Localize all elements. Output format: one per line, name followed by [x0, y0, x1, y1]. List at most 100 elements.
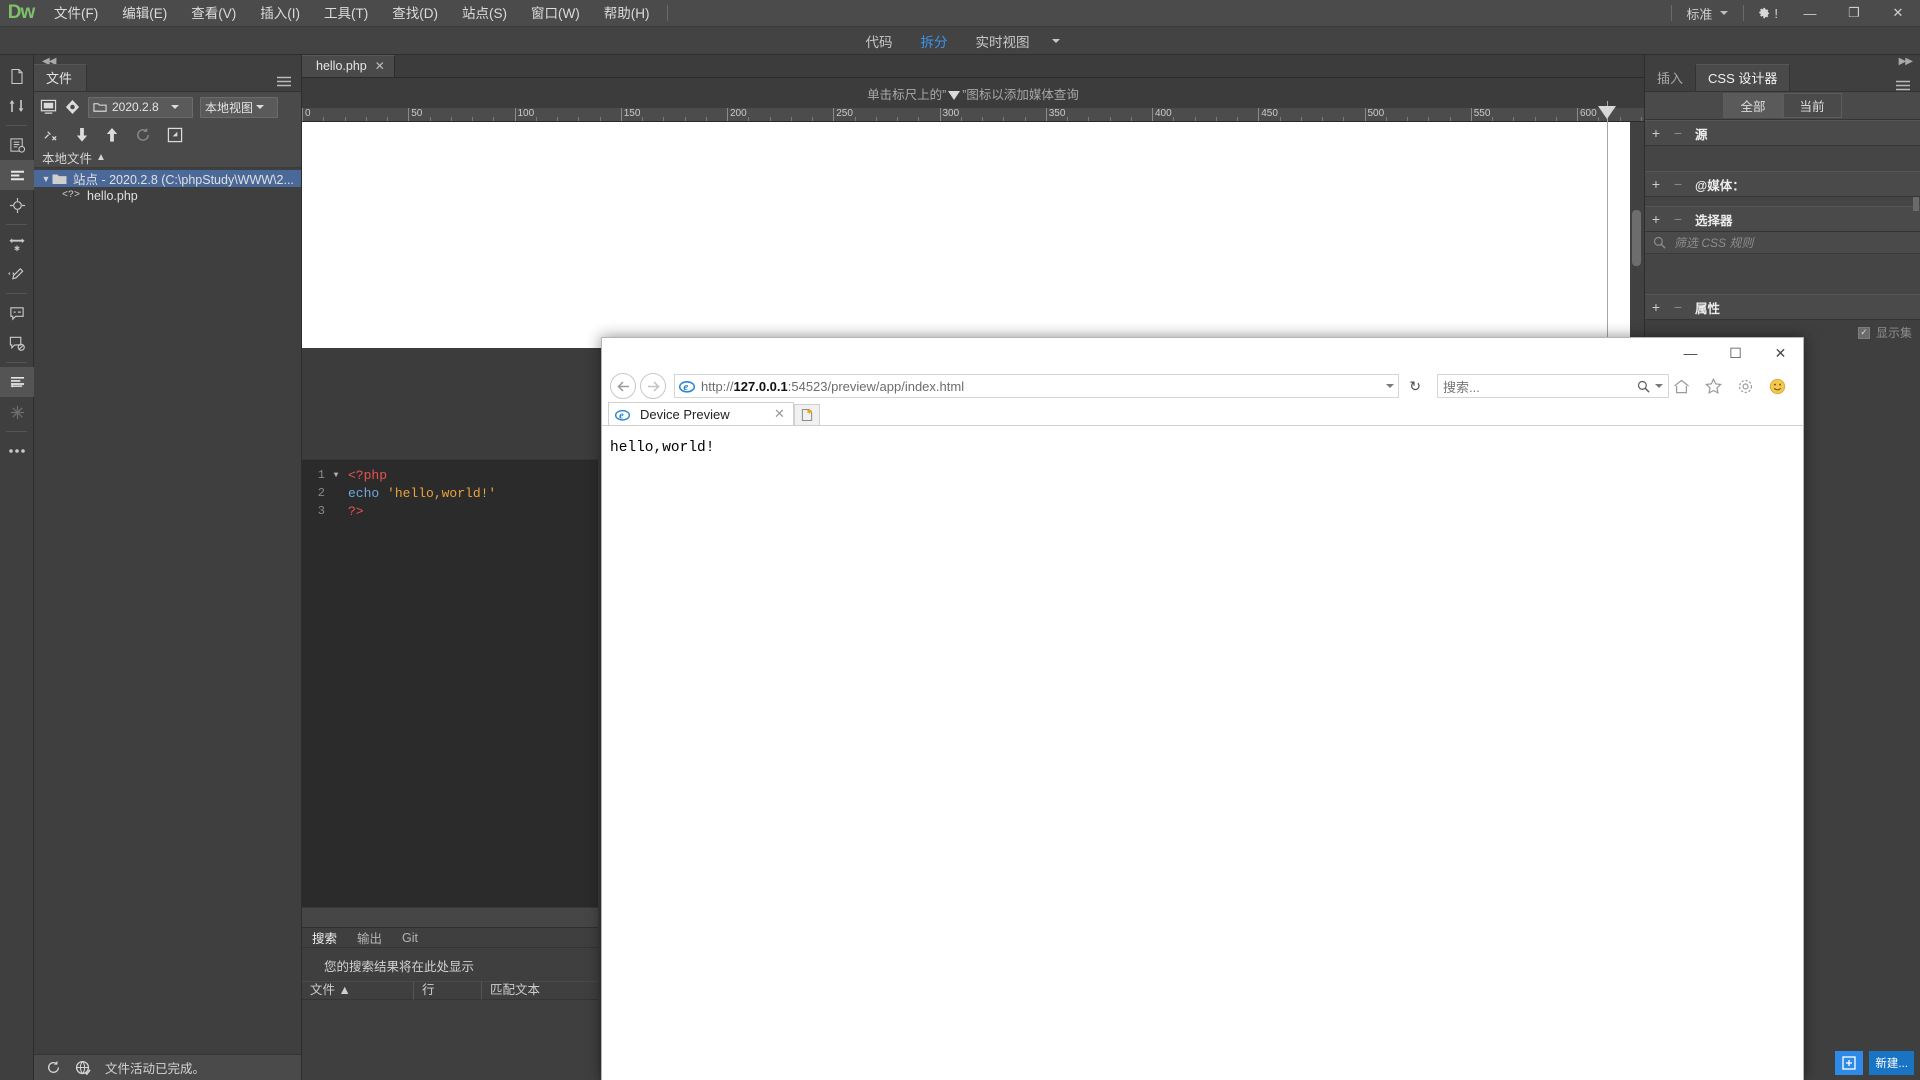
tab-files[interactable]: 文件 [34, 64, 88, 91]
add-selector-icon[interactable]: + [1645, 211, 1667, 227]
chevron-down-icon[interactable] [1386, 384, 1395, 388]
globe-check-icon[interactable] [75, 1060, 91, 1076]
refresh-icon[interactable] [135, 127, 151, 143]
tab-git[interactable]: Git [392, 929, 428, 947]
scrollbar-thumb[interactable] [1632, 210, 1641, 266]
tab-output[interactable]: 输出 [347, 926, 392, 949]
remove-property-icon[interactable]: − [1667, 299, 1689, 315]
column-matched-text[interactable]: 匹配文本 [482, 981, 598, 1000]
new-tab-icon[interactable] [793, 404, 820, 425]
menu-view[interactable]: 查看(V) [179, 0, 248, 27]
download-icon[interactable] [75, 127, 89, 143]
add-source-icon[interactable]: + [1645, 125, 1667, 141]
workspace-label[interactable]: 标准 [1678, 4, 1715, 23]
section-body-sources[interactable] [1645, 146, 1920, 171]
menu-window[interactable]: 窗口(W) [519, 0, 592, 27]
scope-current-button[interactable]: 当前 [1782, 93, 1842, 118]
browser-minimize-button[interactable]: — [1668, 338, 1713, 368]
tab-search[interactable]: 搜索 [302, 926, 347, 949]
close-icon[interactable]: ✕ [774, 406, 785, 422]
back-arrow-icon[interactable] [610, 373, 636, 399]
menu-find[interactable]: 查找(D) [380, 0, 450, 27]
asterisk-icon[interactable] [0, 397, 34, 427]
code-inspect-icon[interactable] [0, 130, 34, 160]
menu-edit[interactable]: 编辑(E) [110, 0, 179, 27]
view-split-button[interactable]: 拆分 [907, 31, 962, 51]
git-icon[interactable] [64, 99, 81, 115]
code-fold-icon[interactable]: ▼ [330, 471, 342, 480]
tab-css-designer[interactable]: CSS 设计器 [1696, 64, 1791, 91]
more-options-icon[interactable] [0, 436, 34, 466]
browser-refresh-icon[interactable]: ↻ [1403, 378, 1427, 395]
chevron-down-icon[interactable]: ▼ [40, 174, 52, 184]
view-live-button[interactable]: 实时视图 [962, 31, 1044, 51]
browser-address-bar[interactable]: e http://127.0.0.1:54523/preview/app/ind… [674, 374, 1400, 398]
design-ruler[interactable]: 0501001502002503003504004505005506006507… [302, 108, 1644, 122]
comment-add-icon[interactable] [0, 298, 34, 328]
view-select[interactable]: 本地视图 [200, 96, 278, 118]
checkbox-icon[interactable]: ✓ [1857, 326, 1870, 339]
taskbar-app-icon[interactable] [1835, 1051, 1864, 1075]
close-icon[interactable]: ✕ [375, 59, 385, 73]
gear-icon[interactable]: ! [1756, 6, 1778, 21]
settings-gear-icon[interactable] [1737, 378, 1765, 395]
new-document-icon[interactable] [0, 61, 34, 91]
menu-site[interactable]: 站点(S) [450, 0, 519, 27]
tab-insert[interactable]: 插入 [1645, 65, 1697, 91]
document-tab-hello-php[interactable]: hello.php ✕ [302, 55, 395, 77]
section-body-media[interactable] [1645, 197, 1920, 211]
section-body-selectors[interactable] [1645, 254, 1920, 294]
menu-insert[interactable]: 插入(I) [248, 0, 312, 27]
tree-row-hello-php[interactable]: <?> hello.php [34, 187, 301, 204]
remove-source-icon[interactable]: − [1667, 125, 1689, 141]
browser-maximize-button[interactable]: ☐ [1713, 338, 1758, 368]
sort-updown-icon[interactable] [0, 91, 34, 121]
target-icon[interactable] [0, 190, 34, 220]
browser-tab-device-preview[interactable]: e Device Preview ✕ [608, 402, 794, 425]
favorites-star-icon[interactable] [1705, 378, 1733, 394]
smiley-feedback-icon[interactable] [1769, 378, 1797, 395]
site-select[interactable]: 2020.2.8 [88, 96, 193, 118]
browser-search-box[interactable]: 搜索... [1437, 374, 1669, 398]
chevron-down-icon[interactable] [1720, 11, 1729, 15]
panel-menu-icon[interactable] [277, 74, 301, 91]
format-lines-icon[interactable] [0, 160, 34, 190]
browser-close-button[interactable]: ✕ [1758, 338, 1803, 368]
menu-help[interactable]: 帮助(H) [592, 0, 662, 27]
media-scrollbar-thumb[interactable] [1913, 197, 1919, 211]
connect-icon[interactable] [40, 99, 57, 115]
browser-title-bar[interactable]: — ☐ ✕ [602, 338, 1803, 370]
live-view-canvas[interactable] [302, 122, 1630, 348]
scope-all-button[interactable]: 全部 [1723, 93, 1783, 118]
tree-row-site-root[interactable]: ▼ 站点 - 2020.2.8 (C:\phpStudy\WWW\2... [34, 170, 301, 187]
panel-menu-icon[interactable] [1896, 77, 1920, 91]
upload-icon[interactable] [105, 127, 119, 143]
selector-filter-row[interactable]: 筛选 CSS 规则 [1645, 232, 1920, 254]
chevron-down-icon[interactable] [1051, 38, 1060, 43]
column-file[interactable]: 文件 ▲ [302, 981, 414, 1000]
refresh-icon[interactable] [46, 1060, 61, 1075]
paint-brush-icon[interactable] [0, 259, 34, 289]
expand-icon[interactable] [167, 127, 183, 143]
taskbar-new-button[interactable]: 新建... [1869, 1051, 1914, 1075]
indent-wrap-icon[interactable] [0, 367, 34, 397]
home-icon[interactable] [1673, 379, 1701, 394]
window-minimize-button[interactable]: — [1788, 0, 1832, 26]
forward-arrow-icon[interactable] [640, 373, 666, 399]
view-code-button[interactable]: 代码 [852, 31, 907, 51]
remove-media-icon[interactable]: − [1667, 176, 1689, 192]
disconnect-icon[interactable] [42, 128, 59, 143]
canvas-vertical-scrollbar[interactable] [1630, 122, 1644, 348]
media-query-handle-icon[interactable] [1598, 106, 1616, 119]
comment-remove-icon[interactable] [0, 328, 34, 358]
remove-selector-icon[interactable]: − [1667, 211, 1689, 227]
resize-arrows-icon[interactable] [0, 229, 34, 259]
code-editor[interactable]: 1 ▼ <?php 2 echo 'hello,world!' 3 ?> [302, 459, 598, 907]
search-icon[interactable] [1637, 380, 1650, 393]
menu-file[interactable]: 文件(F) [42, 0, 110, 27]
add-property-icon[interactable]: + [1645, 299, 1667, 315]
menu-tools[interactable]: 工具(T) [312, 0, 380, 27]
files-column-header[interactable]: 本地文件 ▲ [34, 148, 301, 168]
add-media-icon[interactable]: + [1645, 176, 1667, 192]
column-line[interactable]: 行 [414, 981, 482, 1000]
